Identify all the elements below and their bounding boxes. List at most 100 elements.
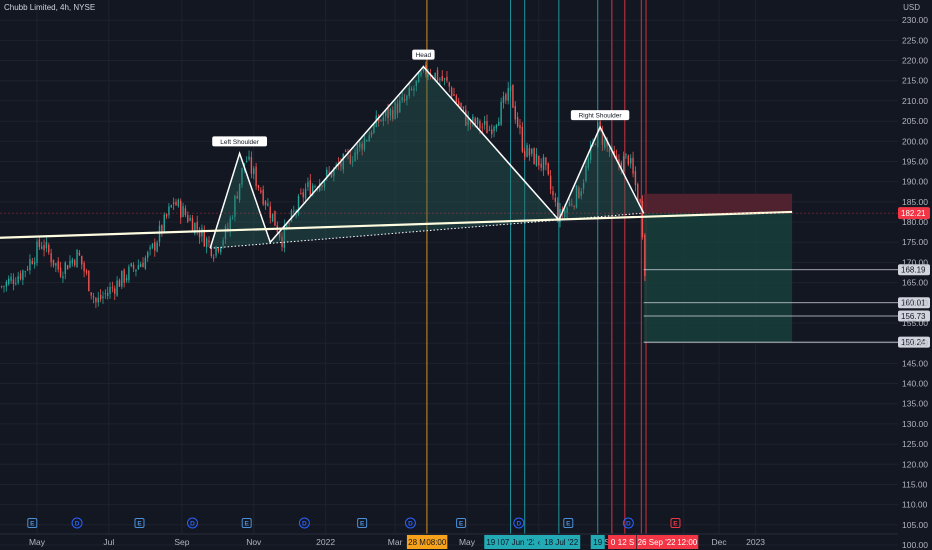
- y-tick-label: 125.00: [902, 439, 928, 449]
- candle-body: [491, 129, 493, 135]
- candle-body: [488, 129, 491, 131]
- candle-body: [99, 294, 102, 300]
- candle-body: [69, 260, 71, 268]
- candle-body: [26, 268, 29, 270]
- candle-body: [123, 269, 125, 283]
- candle-body: [262, 189, 264, 205]
- label-right-shoulder: Right Shoulder: [579, 113, 623, 120]
- candle-body: [220, 247, 222, 253]
- candle-body: [0, 286, 3, 288]
- x-tick-label: Nov: [246, 537, 262, 547]
- candle-body: [132, 264, 135, 269]
- candle-body: [182, 206, 184, 217]
- candle-body: [460, 102, 462, 108]
- candle-body: [12, 279, 15, 285]
- y-tick-label: 215.00: [902, 76, 928, 86]
- candle-body: [516, 117, 519, 127]
- candle-body: [627, 155, 630, 165]
- candle-body: [448, 82, 450, 87]
- y-tick-label: 205.00: [902, 116, 928, 126]
- candle-body: [130, 263, 132, 267]
- candle-body: [135, 269, 137, 272]
- date-tag-label: 26 Sep '22: [638, 538, 677, 547]
- candle-body: [118, 280, 121, 287]
- candle-body: [180, 200, 182, 218]
- price-chart[interactable]: Left ShoulderHeadRight Shoulder 182.2116…: [0, 0, 932, 550]
- y-tick-label: 150.00: [902, 338, 928, 348]
- candle-body: [446, 76, 448, 81]
- candle-body: [95, 297, 97, 303]
- candle-body: [637, 184, 639, 202]
- chart-title: Chubb Limited, 4h, NYSE: [4, 3, 96, 12]
- candle-body: [552, 191, 554, 196]
- candle-body: [634, 171, 637, 186]
- candle-body: [509, 86, 512, 91]
- candle-body: [545, 157, 547, 165]
- candle-body: [302, 192, 304, 198]
- candle-body: [309, 180, 311, 195]
- candle-body: [106, 293, 109, 296]
- candle-body: [156, 242, 158, 252]
- candle-body: [48, 244, 50, 253]
- candle-body: [535, 154, 538, 166]
- candle-body: [260, 190, 262, 193]
- candle-body: [304, 188, 307, 199]
- stop-loss-zone[interactable]: [643, 193, 793, 214]
- candle-body: [250, 157, 253, 174]
- profit-target-zone[interactable]: [643, 213, 793, 343]
- candle-body: [267, 203, 269, 206]
- candle-body: [314, 186, 316, 188]
- candle-body: [57, 261, 59, 270]
- candle-body: [142, 262, 144, 268]
- candle-body: [71, 259, 74, 264]
- candle-body: [300, 193, 302, 194]
- candle-body: [189, 217, 191, 221]
- candle-body: [41, 246, 43, 249]
- candle-body: [472, 116, 474, 122]
- candle-body: [514, 106, 516, 120]
- candle-body: [271, 213, 274, 221]
- x-tick-label: Dec: [711, 537, 727, 547]
- candle-body: [137, 265, 140, 270]
- candle-body: [542, 157, 545, 171]
- candle-body: [128, 266, 130, 281]
- candle-body: [483, 121, 486, 125]
- candle-body: [245, 161, 248, 163]
- candle-body: [507, 87, 509, 101]
- y-tick-label: 180.00: [902, 217, 928, 227]
- candle-body: [24, 271, 26, 273]
- event-label: D: [516, 521, 521, 528]
- candle-body: [505, 94, 507, 101]
- candle-body: [52, 259, 55, 266]
- candle-body: [64, 262, 66, 274]
- candle-body: [531, 148, 533, 154]
- y-tick-label: 220.00: [902, 56, 928, 66]
- candle-body: [208, 240, 210, 243]
- candle-body: [149, 247, 151, 250]
- y-tick-label: 140.00: [902, 379, 928, 389]
- candle-body: [521, 126, 524, 152]
- candle-body: [22, 270, 24, 281]
- y-tick-label: 160.00: [902, 298, 928, 308]
- chart-root[interactable]: Left Shoulder Head Right Shoulder 182.21 16…: [0, 0, 932, 550]
- candle-body: [43, 244, 45, 251]
- y-tick-label: 225.00: [902, 35, 928, 45]
- candle-body: [144, 257, 147, 269]
- y-tick-label: 230.00: [902, 15, 928, 25]
- date-tag-label: 07 Jun '22: [500, 538, 537, 547]
- candle-body: [97, 297, 99, 303]
- candle-body: [19, 273, 22, 280]
- y-tick-label: 170.00: [902, 257, 928, 267]
- candle-body: [455, 95, 458, 103]
- candle-body: [163, 214, 165, 232]
- event-label: E: [673, 521, 678, 528]
- candle-body: [441, 76, 443, 81]
- y-tick-label: 100.00: [902, 540, 928, 550]
- candle-body: [31, 260, 33, 264]
- date-tag-label: 0: [611, 538, 616, 547]
- candle-body: [641, 200, 644, 237]
- candle-body: [476, 118, 479, 125]
- candle-body: [3, 285, 5, 287]
- y-tick-label: 145.00: [902, 358, 928, 368]
- candle-body: [269, 206, 271, 218]
